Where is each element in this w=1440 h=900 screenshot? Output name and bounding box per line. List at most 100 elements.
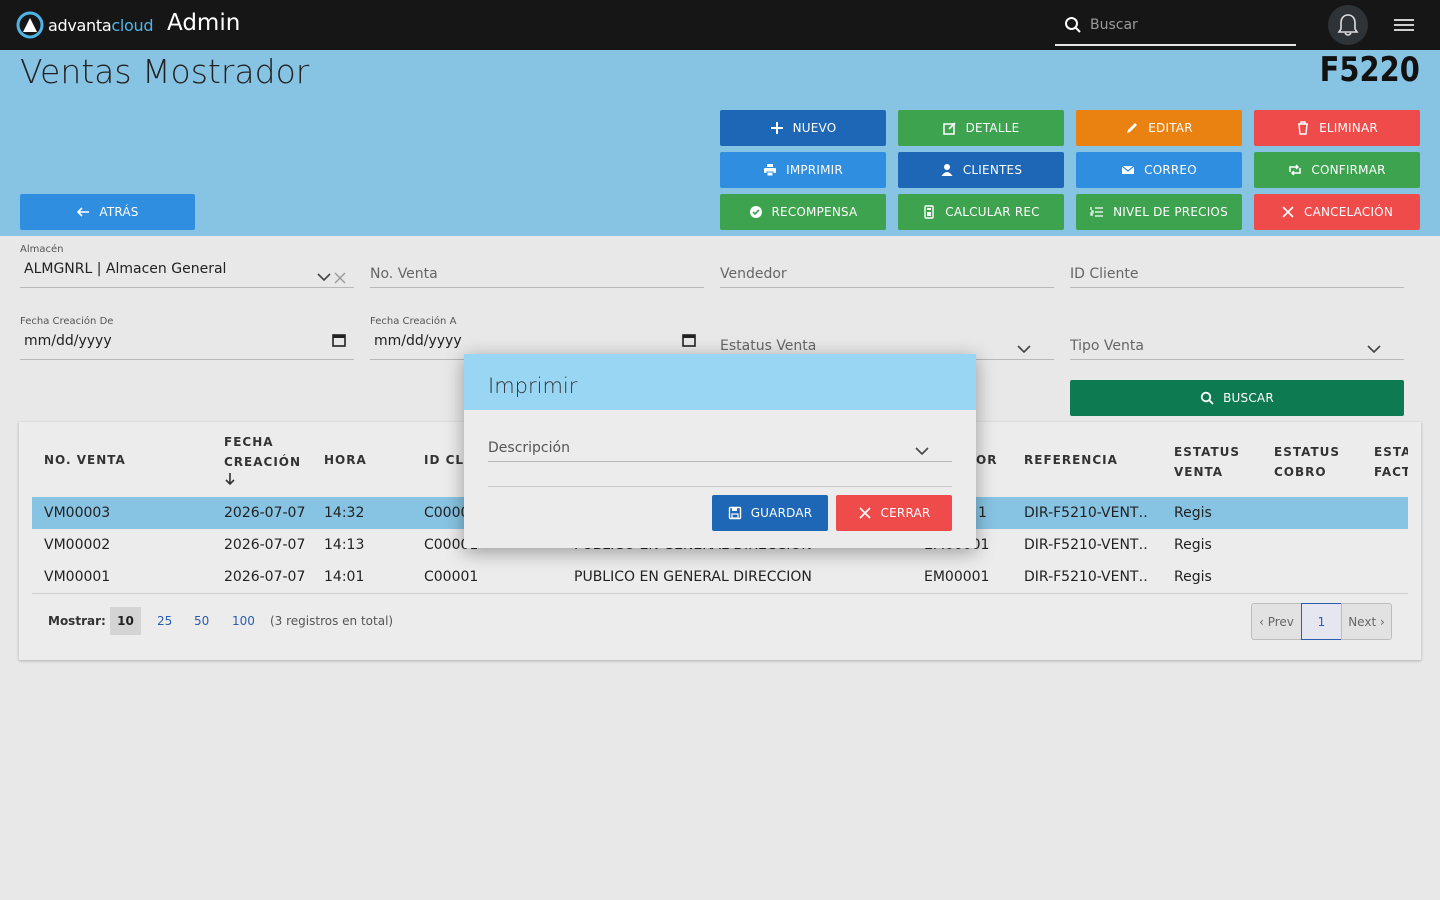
detail-button[interactable]: DETALLE: [898, 110, 1064, 146]
col-header-invoice-status-line1: ESTA: [1374, 445, 1408, 459]
app-name: Admin: [167, 10, 241, 36]
print-button[interactable]: IMPRIMIR: [720, 152, 886, 188]
calculate-button[interactable]: CALCULAR REC: [898, 194, 1064, 230]
chevron-down-icon: [915, 447, 929, 456]
retweet-icon: [1289, 164, 1302, 176]
bell-icon: [1337, 14, 1359, 36]
delete-button[interactable]: ELIMINAR: [1254, 110, 1420, 146]
total-records: (3 registros en total): [270, 614, 394, 628]
price-level-button[interactable]: NIVEL DE PRECIOS: [1076, 194, 1242, 230]
new-button-label: NUEVO: [792, 121, 837, 135]
clear-icon[interactable]: [334, 272, 346, 284]
page-size-option[interactable]: 50: [194, 614, 209, 628]
new-button[interactable]: NUEVO: [720, 110, 886, 146]
cell-time: 14:32: [324, 505, 365, 521]
cell-time: 14:01: [324, 569, 365, 585]
page-size-option[interactable]: 100: [232, 614, 255, 628]
col-header-reference[interactable]: REFERENCIA: [1024, 450, 1118, 470]
save-button[interactable]: GUARDAR: [712, 495, 828, 531]
cell-client-name: PUBLICO EN GENERAL DIRECCION: [574, 569, 812, 585]
col-header-date[interactable]: FECHA CREACIÓN: [224, 432, 301, 492]
col-header-date-line1: FECHA: [224, 435, 274, 449]
check-circle-icon: [749, 206, 762, 218]
table-row[interactable]: VM00001 2026-07-07 14:01 C00001 PUBLICO …: [32, 561, 1408, 593]
col-header-invoice-status[interactable]: ESTA FACT: [1374, 442, 1408, 482]
reward-button[interactable]: RECOMPENSA: [720, 194, 886, 230]
col-header-time[interactable]: HORA: [324, 450, 367, 470]
cell-sale-number: VM00003: [44, 505, 111, 521]
col-header-seller[interactable]: OR: [976, 450, 997, 470]
top-bar: advantacloud Admin: [0, 0, 1440, 50]
date-to-value: mm/dd/yyyy: [374, 333, 462, 349]
sale-type-select[interactable]: Tipo Venta: [1070, 330, 1404, 360]
edit-button[interactable]: EDITAR: [1076, 110, 1242, 146]
calendar-icon[interactable]: [682, 333, 696, 347]
global-search[interactable]: [1055, 6, 1296, 46]
notifications-button[interactable]: [1328, 5, 1368, 45]
email-button[interactable]: CORREO: [1076, 152, 1242, 188]
brand-name-a: advanta: [48, 15, 112, 35]
brand-name-b: cloud: [111, 15, 154, 35]
warehouse-select[interactable]: Almacén ALMGNRL | Almacen General: [20, 244, 354, 288]
calendar-icon[interactable]: [332, 333, 346, 347]
reward-button-label: RECOMPENSA: [771, 205, 858, 219]
col-header-client-id[interactable]: ID CLI: [424, 450, 470, 470]
page-size-option-selected[interactable]: 10: [110, 607, 141, 635]
page-number-button[interactable]: 1: [1301, 603, 1342, 640]
page-size-option[interactable]: 25: [157, 614, 172, 628]
chevron-down-icon: [317, 273, 331, 282]
cell-client-id: C00001: [424, 569, 479, 585]
email-button-label: CORREO: [1144, 163, 1197, 177]
date-from-label: Fecha Creación De: [20, 316, 114, 327]
prev-page-button[interactable]: ‹ Prev: [1251, 603, 1302, 640]
close-button-label: CERRAR: [880, 506, 931, 520]
search-button[interactable]: BUSCAR: [1070, 380, 1404, 416]
cell-date: 2026-07-07: [224, 537, 306, 553]
save-button-label: GUARDAR: [750, 506, 813, 520]
price-level-button-label: NIVEL DE PRECIOS: [1113, 205, 1228, 219]
search-icon: [1065, 17, 1081, 33]
calculate-button-label: CALCULAR REC: [945, 205, 1040, 219]
description-select[interactable]: Descripción: [488, 432, 952, 462]
cell-seller: 1: [978, 505, 987, 521]
sort-arrow-down-icon: [225, 473, 235, 486]
cell-client-id: C0000: [424, 505, 470, 521]
clients-button[interactable]: CLIENTES: [898, 152, 1064, 188]
user-icon: [941, 164, 953, 176]
arrow-left-icon: [77, 207, 90, 217]
cell-time: 14:13: [324, 537, 365, 553]
col-header-sale-status-line1: ESTATUS: [1174, 445, 1241, 459]
col-header-sale-number[interactable]: NO. VENTA: [44, 450, 126, 470]
cell-reference: DIR-F5210-VENT…: [1024, 505, 1149, 521]
edit-button-label: EDITAR: [1148, 121, 1193, 135]
date-from-input[interactable]: Fecha Creación De mm/dd/yyyy: [20, 316, 354, 360]
logo-icon: [16, 11, 44, 39]
cancel-sale-button[interactable]: CANCELACIÓN: [1254, 194, 1420, 230]
screen-code: F5220: [1319, 50, 1420, 90]
next-page-button[interactable]: Next ›: [1341, 603, 1392, 640]
back-button[interactable]: ATRÁS: [20, 194, 195, 230]
cell-reference: DIR-F5210-VENT…: [1024, 537, 1149, 553]
client-id-input[interactable]: ID Cliente: [1070, 258, 1404, 288]
menu-icon[interactable]: [1394, 16, 1414, 34]
table-footer-divider: [32, 593, 1408, 594]
cell-status: Regis: [1174, 537, 1212, 553]
col-header-sale-status[interactable]: ESTATUS VENTA: [1174, 442, 1240, 482]
close-button[interactable]: CERRAR: [836, 495, 952, 531]
chevron-down-icon: [1367, 345, 1381, 354]
sale-type-placeholder: Tipo Venta: [1070, 338, 1144, 354]
sale-number-input[interactable]: No. Venta: [370, 258, 704, 288]
chevron-down-icon: [1017, 345, 1031, 354]
seller-input[interactable]: Vendedor: [720, 258, 1054, 288]
sale-status-placeholder: Estatus Venta: [720, 338, 817, 354]
search-input[interactable]: [1090, 17, 1290, 33]
pencil-icon: [1127, 123, 1138, 133]
date-to-label: Fecha Creación A: [370, 316, 457, 327]
col-header-payment-status[interactable]: ESTATUS COBRO: [1274, 442, 1340, 482]
col-header-payment-status-line1: ESTATUS: [1274, 445, 1341, 459]
confirm-button[interactable]: CONFIRMAR: [1254, 152, 1420, 188]
col-header-payment-status-line2: COBRO: [1274, 465, 1327, 479]
dialog-title: Imprimir: [464, 354, 976, 410]
page-title: Ventas Mostrador: [20, 52, 310, 91]
brand-logo[interactable]: advantacloud: [16, 11, 154, 39]
